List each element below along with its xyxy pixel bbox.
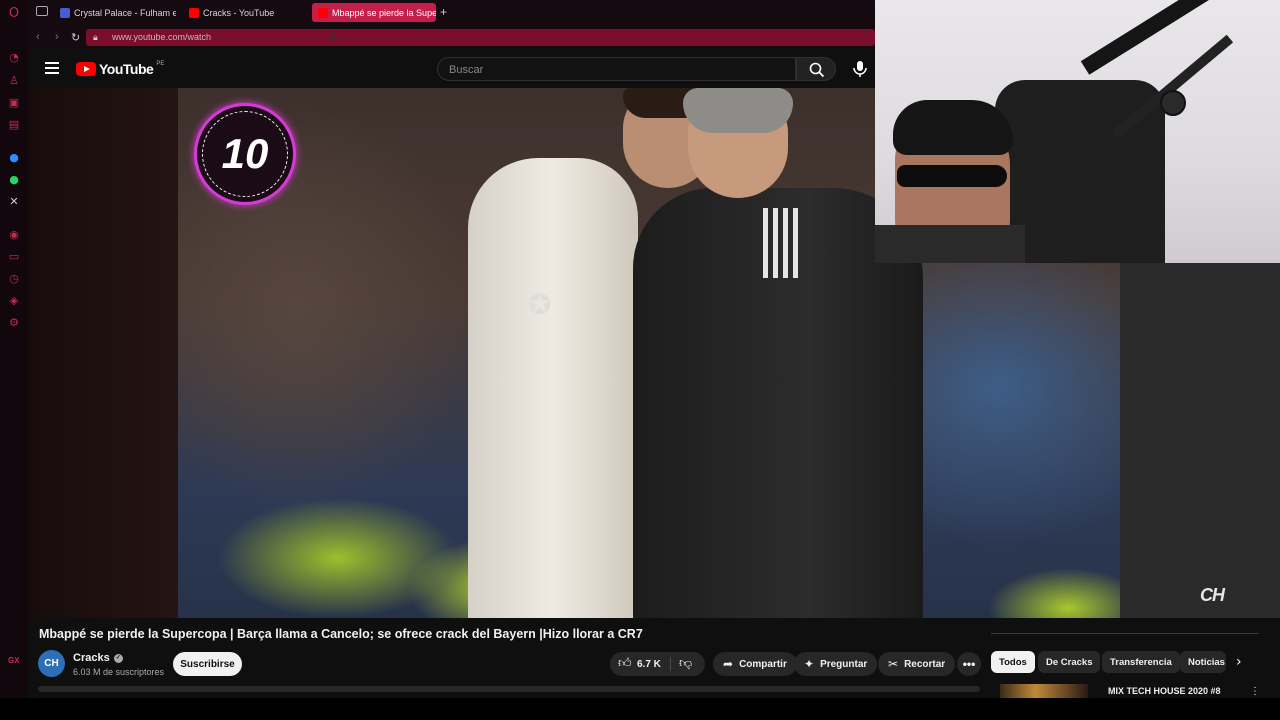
like-divider xyxy=(670,657,671,671)
search-placeholder: Buscar xyxy=(449,64,484,76)
history-icon[interactable]: ◷ xyxy=(7,271,21,285)
verified-icon: ✓ xyxy=(113,653,123,663)
clip-button[interactable]: ✂ Recortar xyxy=(878,652,956,676)
badge-number: 10 xyxy=(202,111,288,197)
clip-label: Recortar xyxy=(904,658,946,670)
dislike-icon[interactable]: 👎︎ xyxy=(679,656,692,671)
number-badge: 10 xyxy=(194,103,296,205)
like-count[interactable]: 6.7 K xyxy=(637,659,661,670)
suggestion-title[interactable]: MIX TECH HOUSE 2020 #8 xyxy=(1108,686,1221,696)
x-icon[interactable]: ✕ xyxy=(7,194,21,208)
reload-icon[interactable]: ↻ xyxy=(71,31,80,44)
youtube-play-icon xyxy=(76,62,96,76)
webcam-sunglasses xyxy=(897,165,1007,187)
jacket-stripes xyxy=(763,208,803,278)
extensions-icon[interactable]: ◈ xyxy=(7,293,21,307)
url-field[interactable]: 🔒︎ www.youtube.com/watch xyxy=(86,29,875,46)
search-icon xyxy=(809,62,825,78)
tab-strip: Crystal Palace - Fulham en Cracks - YouT… xyxy=(28,0,875,25)
chip-de-cracks[interactable]: De Cracks xyxy=(1038,651,1101,673)
more-actions-button[interactable]: ••• xyxy=(957,652,981,676)
channel-avatar[interactable]: CH xyxy=(38,650,65,677)
subscribe-button[interactable]: Suscribirse xyxy=(173,652,242,676)
share-icon: ➦ xyxy=(723,657,734,671)
new-tab-button[interactable]: + xyxy=(440,5,447,19)
channel-name[interactable]: Cracks xyxy=(73,652,110,664)
url-text: www.youtube.com/watch xyxy=(112,32,212,42)
youtube-masthead: YouTube PE Buscar xyxy=(28,50,875,88)
opera-icon[interactable]: O xyxy=(7,6,21,21)
youtube-logo[interactable]: YouTube PE xyxy=(76,61,164,77)
music-icon[interactable]: ▣ xyxy=(7,95,21,109)
webcam-hair xyxy=(893,100,1013,155)
tab-label: Crystal Palace - Fulham en xyxy=(74,7,176,18)
kebab-menu-icon[interactable]: ⋮ xyxy=(1250,686,1260,697)
back-icon[interactable]: ‹ xyxy=(36,31,40,43)
chip-noticias[interactable]: Noticias xyxy=(1180,651,1226,673)
video-title: Mbappé se pierde la Supercopa | Barça ll… xyxy=(39,627,643,641)
wallet-icon[interactable]: ▭ xyxy=(7,249,21,263)
ask-label: Preguntar xyxy=(820,658,868,670)
workspaces-icon[interactable] xyxy=(36,6,48,16)
webcam-microphone xyxy=(1160,90,1186,116)
settings-icon[interactable]: ⚙ xyxy=(7,315,21,329)
browser-sidebar: O ◔ ♙ ▣ ▤ ● ● ✕ ◉ ▭ ◷ ◈ ⚙ GX xyxy=(0,0,28,720)
search-input[interactable]: Buscar xyxy=(437,57,796,81)
bag-icon[interactable]: ♙ xyxy=(7,73,21,87)
taskbar-strip xyxy=(0,698,1280,720)
search-button[interactable] xyxy=(796,57,836,81)
champions-league-star-icon: ✪ xyxy=(528,289,552,320)
tab-favicon xyxy=(189,7,199,18)
video-watermark: CH xyxy=(1200,585,1225,605)
tab-label: Cracks - YouTube xyxy=(203,7,275,18)
coach-hair xyxy=(683,88,793,133)
microphone-icon[interactable] xyxy=(850,59,870,79)
country-code: PE xyxy=(156,61,165,67)
messenger-icon[interactable]: ● xyxy=(7,150,21,164)
tab-favicon xyxy=(318,7,328,18)
webcam-mic-arm xyxy=(1080,0,1268,75)
news-icon[interactable]: ▤ xyxy=(7,117,21,131)
whatsapp-icon[interactable]: ● xyxy=(7,172,21,186)
speed-dial-icon[interactable]: ◔ xyxy=(7,50,21,64)
tab-crystal-palace[interactable]: Crystal Palace - Fulham en xyxy=(54,3,176,22)
forward-icon[interactable]: › xyxy=(55,31,59,43)
like-icon[interactable]: 👍︎ xyxy=(618,656,632,671)
menu-icon[interactable] xyxy=(45,62,59,74)
gx-label[interactable]: GX xyxy=(8,656,20,665)
chevron-right-icon[interactable]: › xyxy=(1236,654,1242,670)
youtube-wordmark: YouTube xyxy=(99,61,154,77)
video-blur-left xyxy=(28,88,178,618)
lock-icon: 🔒︎ xyxy=(93,32,98,42)
suggestion-thumbnail[interactable] xyxy=(1000,684,1088,698)
channel-name-row[interactable]: Cracks ✓ xyxy=(73,652,123,664)
chip-transferencia[interactable]: Transferencia xyxy=(1102,651,1180,673)
tab-favicon xyxy=(60,7,70,18)
share-label: Compartir xyxy=(739,658,787,670)
webcam-overlay xyxy=(875,0,1280,263)
chips-divider xyxy=(991,633,1259,634)
player-white-shirt xyxy=(468,158,638,618)
video-side-panel xyxy=(1120,263,1280,618)
share-button[interactable]: ➦ Compartir xyxy=(713,652,797,676)
scissors-icon: ✂ xyxy=(888,657,899,671)
tab-label: Mbappé se pierde la Supe xyxy=(332,7,436,18)
description-box[interactable] xyxy=(38,686,980,692)
webcam-shirt xyxy=(875,225,1025,263)
screen: O ◔ ♙ ▣ ▤ ● ● ✕ ◉ ▭ ◷ ◈ ⚙ GX Crystal Pal… xyxy=(0,0,1280,720)
tab-mbappe-video[interactable]: Mbappé se pierde la Supe xyxy=(312,3,436,22)
subscriber-count: 6.03 M de suscriptores xyxy=(73,667,165,677)
like-dislike-group: 👍︎ 6.7 K 👎︎ xyxy=(610,652,705,676)
ask-button[interactable]: ✦ Preguntar xyxy=(794,652,878,676)
tab-cracks-youtube[interactable]: Cracks - YouTube xyxy=(183,3,305,22)
sparkle-icon: ✦ xyxy=(804,657,815,671)
address-bar-row: ‹ › ↻ 🔒︎ www.youtube.com/watch xyxy=(28,25,875,50)
player-icon[interactable]: ◉ xyxy=(7,227,21,241)
chip-todos[interactable]: Todos xyxy=(991,651,1035,673)
text-cursor-icon: I xyxy=(329,29,336,42)
